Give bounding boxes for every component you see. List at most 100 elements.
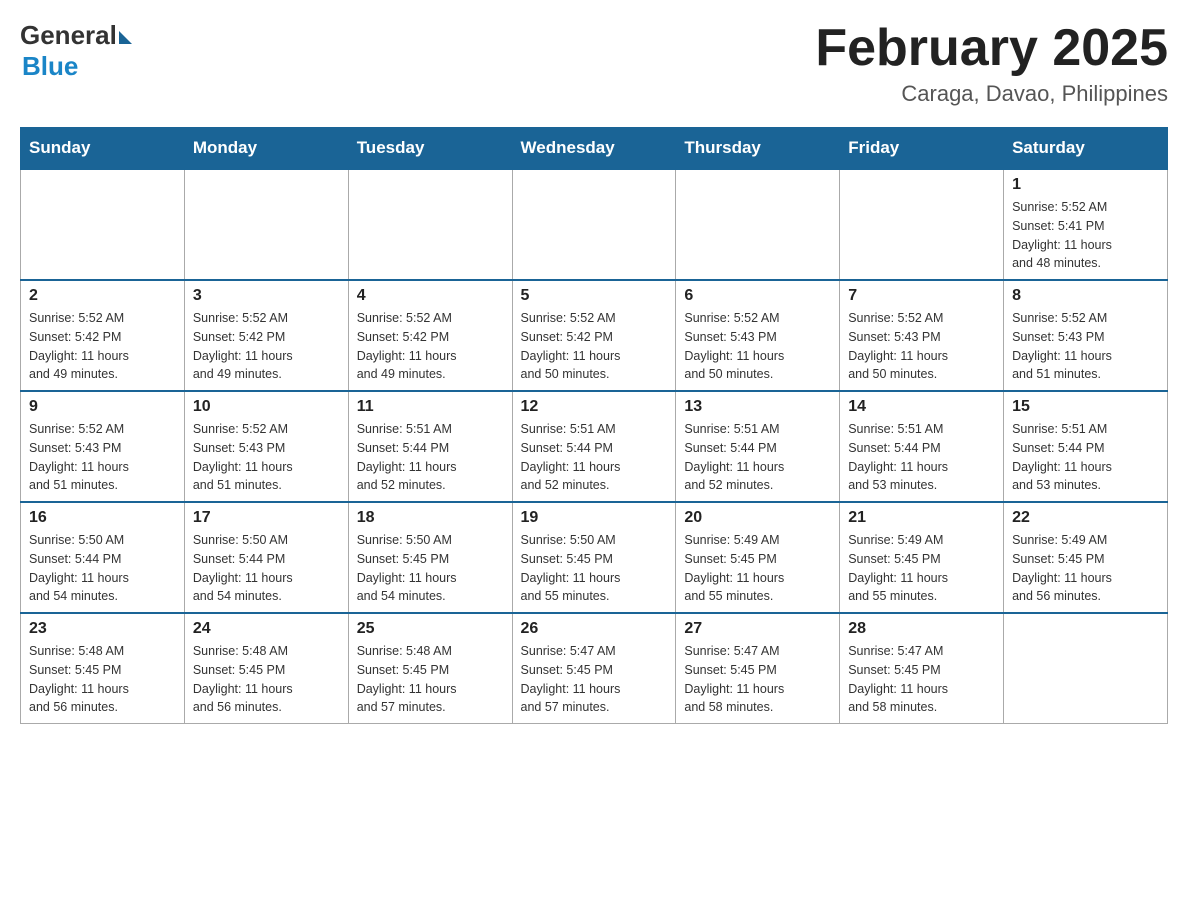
calendar-cell: 5 Sunrise: 5:52 AM Sunset: 5:42 PM Daylig… <box>512 280 676 391</box>
calendar-cell: 12 Sunrise: 5:51 AM Sunset: 5:44 PM Dayli… <box>512 391 676 502</box>
day-info: Sunrise: 5:52 AM Sunset: 5:43 PM Dayligh… <box>848 309 995 384</box>
calendar-cell: 6Sunrise: 5:52 AM Sunset: 5:43 PM Daylig… <box>676 280 840 391</box>
day-info: Sunrise: 5:51 AM Sunset: 5:44 PM Dayligh… <box>357 420 504 495</box>
calendar-cell: 20 Sunrise: 5:49 AM Sunset: 5:45 PM Dayli… <box>676 502 840 613</box>
calendar-cell: 9 Sunrise: 5:52 AM Sunset: 5:43 PM Daylig… <box>21 391 185 502</box>
day-info: Sunrise: 5:51 AM Sunset: 5:44 PM Dayligh… <box>521 420 668 495</box>
calendar-cell <box>1004 613 1168 724</box>
page-header: General Blue February 2025 Caraga, Davao… <box>20 20 1168 107</box>
logo: General Blue <box>20 20 132 82</box>
calendar-cell: 19 Sunrise: 5:50 AM Sunset: 5:45 PM Dayli… <box>512 502 676 613</box>
day-info: Sunrise: 5:52 AM Sunset: 5:43 PM Dayligh… <box>193 420 340 495</box>
calendar-cell: 13Sunrise: 5:51 AM Sunset: 5:44 PM Dayli… <box>676 391 840 502</box>
calendar-header-wednesday: Wednesday <box>512 128 676 170</box>
day-number: 22 <box>1012 509 1159 527</box>
day-info: Sunrise: 5:52 AM Sunset: 5:42 PM Dayligh… <box>29 309 176 384</box>
day-info: Sunrise: 5:50 AM Sunset: 5:44 PM Dayligh… <box>29 531 176 606</box>
calendar-cell: 16 Sunrise: 5:50 AM Sunset: 5:44 PM Dayli… <box>21 502 185 613</box>
day-number: 14 <box>848 398 995 416</box>
day-number: 17 <box>193 509 340 527</box>
day-info: Sunrise: 5:51 AM Sunset: 5:44 PM Dayligh… <box>1012 420 1159 495</box>
day-number: 8 <box>1012 287 1159 305</box>
day-info: Sunrise: 5:49 AM Sunset: 5:45 PM Dayligh… <box>684 531 831 606</box>
day-info: Sunrise: 5:48 AM Sunset: 5:45 PM Dayligh… <box>357 642 504 717</box>
week-row-1: 1 Sunrise: 5:52 AM Sunset: 5:41 PM Daylig… <box>21 169 1168 280</box>
day-info: Sunrise: 5:47 AM Sunset: 5:45 PM Dayligh… <box>521 642 668 717</box>
logo-general-text: General <box>20 20 117 51</box>
day-number: 12 <box>521 398 668 416</box>
calendar-cell: 7 Sunrise: 5:52 AM Sunset: 5:43 PM Daylig… <box>840 280 1004 391</box>
calendar-header-sunday: Sunday <box>21 128 185 170</box>
calendar-cell: 28 Sunrise: 5:47 AM Sunset: 5:45 PM Dayli… <box>840 613 1004 724</box>
week-row-4: 16 Sunrise: 5:50 AM Sunset: 5:44 PM Dayli… <box>21 502 1168 613</box>
calendar-cell: 17 Sunrise: 5:50 AM Sunset: 5:44 PM Dayli… <box>184 502 348 613</box>
calendar-cell <box>21 169 185 280</box>
calendar-cell <box>840 169 1004 280</box>
day-number: 18 <box>357 509 504 527</box>
calendar-cell: 23 Sunrise: 5:48 AM Sunset: 5:45 PM Dayli… <box>21 613 185 724</box>
day-info: Sunrise: 5:49 AM Sunset: 5:45 PM Dayligh… <box>848 531 995 606</box>
day-info: Sunrise: 5:47 AM Sunset: 5:45 PM Dayligh… <box>684 642 831 717</box>
calendar-header-friday: Friday <box>840 128 1004 170</box>
calendar-cell: 8 Sunrise: 5:52 AM Sunset: 5:43 PM Daylig… <box>1004 280 1168 391</box>
day-number: 5 <box>521 287 668 305</box>
day-number: 15 <box>1012 398 1159 416</box>
day-number: 7 <box>848 287 995 305</box>
day-number: 10 <box>193 398 340 416</box>
day-number: 4 <box>357 287 504 305</box>
calendar-cell: 3 Sunrise: 5:52 AM Sunset: 5:42 PM Daylig… <box>184 280 348 391</box>
logo-blue-text: Blue <box>22 51 78 82</box>
day-info: Sunrise: 5:52 AM Sunset: 5:43 PM Dayligh… <box>29 420 176 495</box>
calendar-table: SundayMondayTuesdayWednesdayThursdayFrid… <box>20 127 1168 724</box>
day-number: 25 <box>357 620 504 638</box>
day-number: 3 <box>193 287 340 305</box>
day-info: Sunrise: 5:52 AM Sunset: 5:42 PM Dayligh… <box>521 309 668 384</box>
day-number: 27 <box>684 620 831 638</box>
week-row-3: 9 Sunrise: 5:52 AM Sunset: 5:43 PM Daylig… <box>21 391 1168 502</box>
day-number: 16 <box>29 509 176 527</box>
day-info: Sunrise: 5:50 AM Sunset: 5:44 PM Dayligh… <box>193 531 340 606</box>
calendar-header-saturday: Saturday <box>1004 128 1168 170</box>
day-info: Sunrise: 5:51 AM Sunset: 5:44 PM Dayligh… <box>848 420 995 495</box>
day-info: Sunrise: 5:51 AM Sunset: 5:44 PM Dayligh… <box>684 420 831 495</box>
calendar-cell: 1 Sunrise: 5:52 AM Sunset: 5:41 PM Daylig… <box>1004 169 1168 280</box>
calendar-cell: 25 Sunrise: 5:48 AM Sunset: 5:45 PM Dayli… <box>348 613 512 724</box>
day-number: 11 <box>357 398 504 416</box>
month-title: February 2025 <box>815 20 1168 77</box>
day-number: 6 <box>684 287 831 305</box>
day-number: 19 <box>521 509 668 527</box>
calendar-cell: 4Sunrise: 5:52 AM Sunset: 5:42 PM Daylig… <box>348 280 512 391</box>
calendar-header-tuesday: Tuesday <box>348 128 512 170</box>
calendar-header-thursday: Thursday <box>676 128 840 170</box>
calendar-header-monday: Monday <box>184 128 348 170</box>
day-info: Sunrise: 5:50 AM Sunset: 5:45 PM Dayligh… <box>521 531 668 606</box>
day-number: 1 <box>1012 176 1159 194</box>
day-number: 23 <box>29 620 176 638</box>
day-info: Sunrise: 5:52 AM Sunset: 5:42 PM Dayligh… <box>193 309 340 384</box>
day-number: 9 <box>29 398 176 416</box>
day-number: 28 <box>848 620 995 638</box>
calendar-cell: 26 Sunrise: 5:47 AM Sunset: 5:45 PM Dayli… <box>512 613 676 724</box>
day-info: Sunrise: 5:52 AM Sunset: 5:41 PM Dayligh… <box>1012 198 1159 273</box>
day-info: Sunrise: 5:50 AM Sunset: 5:45 PM Dayligh… <box>357 531 504 606</box>
calendar-cell: 24Sunrise: 5:48 AM Sunset: 5:45 PM Dayli… <box>184 613 348 724</box>
day-info: Sunrise: 5:48 AM Sunset: 5:45 PM Dayligh… <box>29 642 176 717</box>
calendar-cell: 11 Sunrise: 5:51 AM Sunset: 5:44 PM Dayli… <box>348 391 512 502</box>
day-info: Sunrise: 5:47 AM Sunset: 5:45 PM Dayligh… <box>848 642 995 717</box>
calendar-cell: 27 Sunrise: 5:47 AM Sunset: 5:45 PM Dayli… <box>676 613 840 724</box>
calendar-cell: 21 Sunrise: 5:49 AM Sunset: 5:45 PM Dayli… <box>840 502 1004 613</box>
day-info: Sunrise: 5:52 AM Sunset: 5:43 PM Dayligh… <box>1012 309 1159 384</box>
calendar-cell: 22 Sunrise: 5:49 AM Sunset: 5:45 PM Dayli… <box>1004 502 1168 613</box>
calendar-cell <box>348 169 512 280</box>
day-number: 2 <box>29 287 176 305</box>
calendar-cell: 10 Sunrise: 5:52 AM Sunset: 5:43 PM Dayli… <box>184 391 348 502</box>
day-info: Sunrise: 5:48 AM Sunset: 5:45 PM Dayligh… <box>193 642 340 717</box>
week-row-2: 2 Sunrise: 5:52 AM Sunset: 5:42 PM Daylig… <box>21 280 1168 391</box>
day-number: 26 <box>521 620 668 638</box>
day-number: 21 <box>848 509 995 527</box>
day-info: Sunrise: 5:49 AM Sunset: 5:45 PM Dayligh… <box>1012 531 1159 606</box>
calendar-cell <box>512 169 676 280</box>
calendar-cell: 14 Sunrise: 5:51 AM Sunset: 5:44 PM Dayli… <box>840 391 1004 502</box>
calendar-cell: 2 Sunrise: 5:52 AM Sunset: 5:42 PM Daylig… <box>21 280 185 391</box>
day-number: 20 <box>684 509 831 527</box>
